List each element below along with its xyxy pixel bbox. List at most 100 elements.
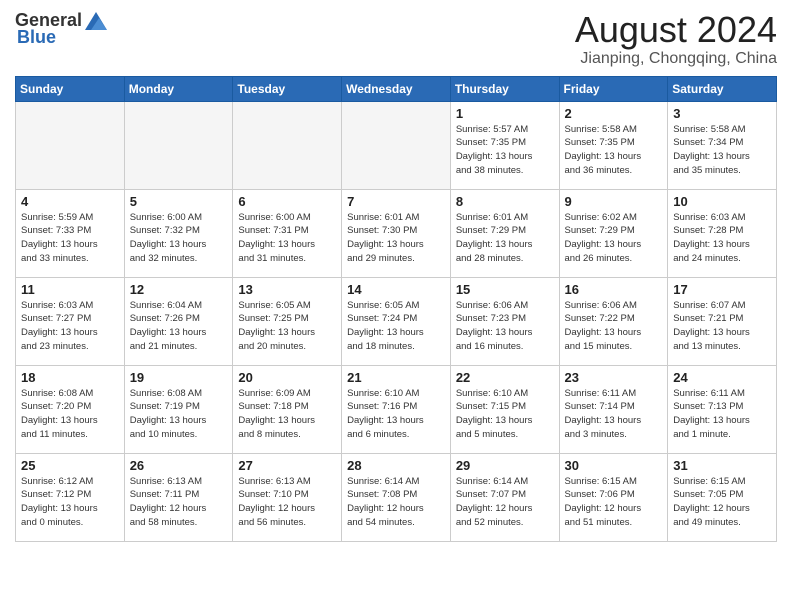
calendar-cell: 19 Sunrise: 6:08 AM Sunset: 7:19 PM Dayli… [124, 365, 233, 453]
day-info: Sunrise: 6:00 AM Sunset: 7:31 PM Dayligh… [238, 211, 336, 266]
calendar-cell: 13 Sunrise: 6:05 AM Sunset: 7:25 PM Dayli… [233, 277, 342, 365]
day-number: 23 [565, 370, 663, 385]
calendar-cell [124, 101, 233, 189]
day-info: Sunrise: 6:03 AM Sunset: 7:28 PM Dayligh… [673, 211, 771, 266]
day-number: 24 [673, 370, 771, 385]
calendar-title: August 2024 [575, 10, 777, 50]
calendar-cell: 11 Sunrise: 6:03 AM Sunset: 7:27 PM Dayli… [16, 277, 125, 365]
calendar-cell: 9 Sunrise: 6:02 AM Sunset: 7:29 PM Daylig… [559, 189, 668, 277]
day-number: 18 [21, 370, 119, 385]
day-info: Sunrise: 6:14 AM Sunset: 7:08 PM Dayligh… [347, 475, 445, 530]
week-row-2: 4 Sunrise: 5:59 AM Sunset: 7:33 PM Daylig… [16, 189, 777, 277]
day-number: 3 [673, 106, 771, 121]
day-info: Sunrise: 6:10 AM Sunset: 7:15 PM Dayligh… [456, 387, 554, 442]
day-number: 14 [347, 282, 445, 297]
logo-icon [85, 12, 107, 30]
calendar-cell: 15Sunrise: 6:06 AM Sunset: 7:23 PM Dayli… [450, 277, 559, 365]
calendar-subtitle: Jianping, Chongqing, China [575, 50, 777, 68]
day-number: 1 [456, 106, 554, 121]
calendar-cell: 28 Sunrise: 6:14 AM Sunset: 7:08 PM Dayli… [342, 453, 451, 541]
day-number: 9 [565, 194, 663, 209]
day-info: Sunrise: 6:15 AM Sunset: 7:06 PM Dayligh… [565, 475, 663, 530]
day-info: Sunrise: 5:58 AM Sunset: 7:34 PM Dayligh… [673, 123, 771, 178]
day-info: Sunrise: 6:10 AM Sunset: 7:16 PM Dayligh… [347, 387, 445, 442]
week-row-4: 18 Sunrise: 6:08 AM Sunset: 7:20 PM Dayli… [16, 365, 777, 453]
title-area: August 2024 Jianping, Chongqing, China [575, 10, 777, 68]
day-number: 5 [130, 194, 228, 209]
day-info: Sunrise: 6:04 AM Sunset: 7:26 PM Dayligh… [130, 299, 228, 354]
calendar-cell: 30 Sunrise: 6:15 AM Sunset: 7:06 PM Dayli… [559, 453, 668, 541]
day-info: Sunrise: 6:05 AM Sunset: 7:25 PM Dayligh… [238, 299, 336, 354]
day-info: Sunrise: 6:14 AM Sunset: 7:07 PM Dayligh… [456, 475, 554, 530]
calendar-cell: 16 Sunrise: 6:06 AM Sunset: 7:22 PM Dayli… [559, 277, 668, 365]
calendar-cell: 2Sunrise: 5:58 AM Sunset: 7:35 PM Daylig… [559, 101, 668, 189]
calendar-cell [342, 101, 451, 189]
day-number: 17 [673, 282, 771, 297]
day-number: 28 [347, 458, 445, 473]
calendar-cell: 24 Sunrise: 6:11 AM Sunset: 7:13 PM Dayli… [668, 365, 777, 453]
day-info: Sunrise: 6:01 AM Sunset: 7:29 PM Dayligh… [456, 211, 554, 266]
header: General Blue August 2024 Jianping, Chong… [15, 10, 777, 68]
calendar-cell: 14Sunrise: 6:05 AM Sunset: 7:24 PM Dayli… [342, 277, 451, 365]
day-number: 4 [21, 194, 119, 209]
day-number: 16 [565, 282, 663, 297]
day-info: Sunrise: 6:03 AM Sunset: 7:27 PM Dayligh… [21, 299, 119, 354]
calendar-cell: 20 Sunrise: 6:09 AM Sunset: 7:18 PM Dayli… [233, 365, 342, 453]
header-day-sunday: Sunday [16, 76, 125, 101]
header-day-thursday: Thursday [450, 76, 559, 101]
calendar-cell: 22 Sunrise: 6:10 AM Sunset: 7:15 PM Dayli… [450, 365, 559, 453]
day-number: 25 [21, 458, 119, 473]
day-number: 27 [238, 458, 336, 473]
calendar-cell: 27 Sunrise: 6:13 AM Sunset: 7:10 PM Dayli… [233, 453, 342, 541]
day-info: Sunrise: 6:12 AM Sunset: 7:12 PM Dayligh… [21, 475, 119, 530]
day-info: Sunrise: 6:13 AM Sunset: 7:10 PM Dayligh… [238, 475, 336, 530]
calendar-cell: 7Sunrise: 6:01 AM Sunset: 7:30 PM Daylig… [342, 189, 451, 277]
day-info: Sunrise: 6:02 AM Sunset: 7:29 PM Dayligh… [565, 211, 663, 266]
day-info: Sunrise: 6:11 AM Sunset: 7:14 PM Dayligh… [565, 387, 663, 442]
day-info: Sunrise: 6:00 AM Sunset: 7:32 PM Dayligh… [130, 211, 228, 266]
day-info: Sunrise: 6:08 AM Sunset: 7:20 PM Dayligh… [21, 387, 119, 442]
day-number: 11 [21, 282, 119, 297]
header-day-tuesday: Tuesday [233, 76, 342, 101]
day-info: Sunrise: 5:59 AM Sunset: 7:33 PM Dayligh… [21, 211, 119, 266]
calendar-body: 1Sunrise: 5:57 AM Sunset: 7:35 PM Daylig… [16, 101, 777, 541]
calendar-cell: 18 Sunrise: 6:08 AM Sunset: 7:20 PM Dayli… [16, 365, 125, 453]
day-info: Sunrise: 6:15 AM Sunset: 7:05 PM Dayligh… [673, 475, 771, 530]
day-number: 10 [673, 194, 771, 209]
day-info: Sunrise: 6:07 AM Sunset: 7:21 PM Dayligh… [673, 299, 771, 354]
calendar-cell: 4 Sunrise: 5:59 AM Sunset: 7:33 PM Daylig… [16, 189, 125, 277]
day-info: Sunrise: 5:58 AM Sunset: 7:35 PM Dayligh… [565, 123, 663, 178]
day-info: Sunrise: 6:13 AM Sunset: 7:11 PM Dayligh… [130, 475, 228, 530]
day-info: Sunrise: 6:01 AM Sunset: 7:30 PM Dayligh… [347, 211, 445, 266]
day-number: 20 [238, 370, 336, 385]
day-number: 19 [130, 370, 228, 385]
header-row: SundayMondayTuesdayWednesdayThursdayFrid… [16, 76, 777, 101]
day-number: 13 [238, 282, 336, 297]
day-number: 8 [456, 194, 554, 209]
day-info: Sunrise: 6:11 AM Sunset: 7:13 PM Dayligh… [673, 387, 771, 442]
week-row-5: 25 Sunrise: 6:12 AM Sunset: 7:12 PM Dayli… [16, 453, 777, 541]
header-day-monday: Monday [124, 76, 233, 101]
logo-blue: Blue [17, 27, 56, 48]
day-info: Sunrise: 6:08 AM Sunset: 7:19 PM Dayligh… [130, 387, 228, 442]
calendar-cell: 12 Sunrise: 6:04 AM Sunset: 7:26 PM Dayli… [124, 277, 233, 365]
day-number: 21 [347, 370, 445, 385]
calendar-cell: 23 Sunrise: 6:11 AM Sunset: 7:14 PM Dayli… [559, 365, 668, 453]
calendar-cell: 17 Sunrise: 6:07 AM Sunset: 7:21 PM Dayli… [668, 277, 777, 365]
day-number: 6 [238, 194, 336, 209]
day-number: 12 [130, 282, 228, 297]
day-info: Sunrise: 6:06 AM Sunset: 7:22 PM Dayligh… [565, 299, 663, 354]
header-day-saturday: Saturday [668, 76, 777, 101]
calendar-cell [16, 101, 125, 189]
day-number: 30 [565, 458, 663, 473]
header-day-friday: Friday [559, 76, 668, 101]
day-info: Sunrise: 6:09 AM Sunset: 7:18 PM Dayligh… [238, 387, 336, 442]
logo: General Blue [15, 10, 108, 48]
calendar-cell: 21 Sunrise: 6:10 AM Sunset: 7:16 PM Dayli… [342, 365, 451, 453]
calendar-header: SundayMondayTuesdayWednesdayThursdayFrid… [16, 76, 777, 101]
header-day-wednesday: Wednesday [342, 76, 451, 101]
day-info: Sunrise: 6:06 AM Sunset: 7:23 PM Dayligh… [456, 299, 554, 354]
calendar-cell: 10 Sunrise: 6:03 AM Sunset: 7:28 PM Dayli… [668, 189, 777, 277]
day-number: 22 [456, 370, 554, 385]
week-row-1: 1Sunrise: 5:57 AM Sunset: 7:35 PM Daylig… [16, 101, 777, 189]
